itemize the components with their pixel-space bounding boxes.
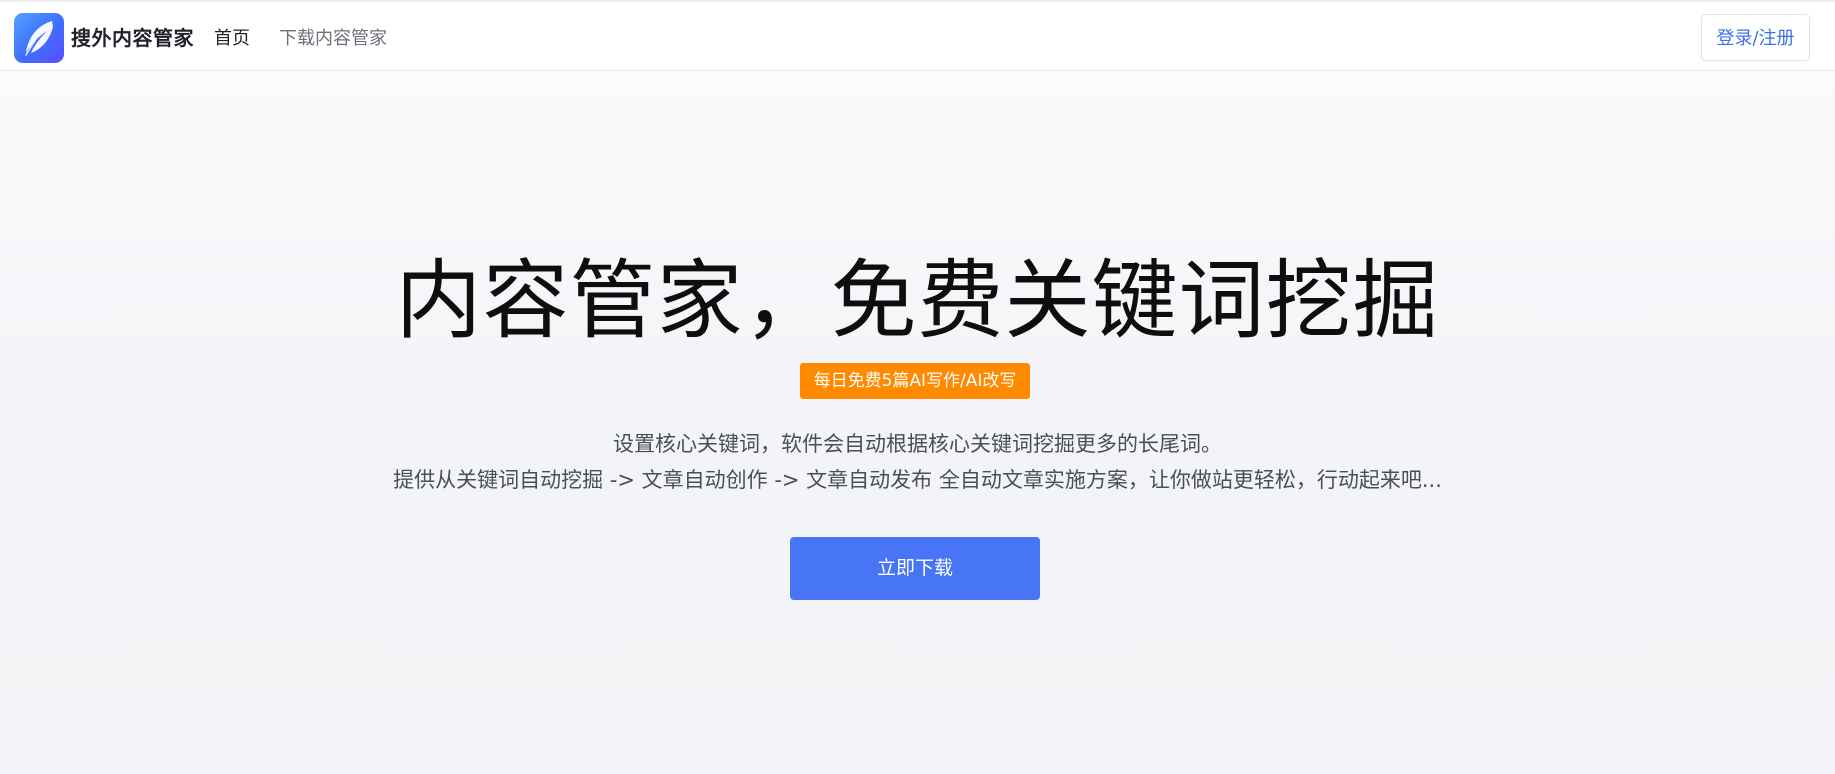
hero-title: 内容管家，免费关键词挖掘 [395,251,1440,351]
nav-download-manager[interactable]: 下载内容管家 [279,26,387,52]
hero-description-line-1: 设置核心关键词，软件会自动根据核心关键词挖掘更多的长尾词。 [613,432,1222,456]
free-ai-badge: 每日免费5篇AI写作/AI改写 [800,363,1030,399]
hero-section: 内容管家，免费关键词挖掘 每日免费5篇AI写作/AI改写 设置核心关键词，软件会… [0,71,1835,774]
hero-description-line-2: 提供从关键词自动挖掘 -> 文章自动创作 -> 文章自动发布 全自动文章实施方案… [393,468,1442,492]
download-now-button[interactable]: 立即下载 [790,537,1040,600]
top-navbar: 搜外内容管家 首页 下载内容管家 登录/注册 [0,0,1835,71]
nav-home[interactable]: 首页 [214,26,250,52]
brand-name[interactable]: 搜外内容管家 [71,24,194,52]
login-register-button[interactable]: 登录/注册 [1701,14,1810,61]
feather-icon[interactable] [14,13,64,63]
